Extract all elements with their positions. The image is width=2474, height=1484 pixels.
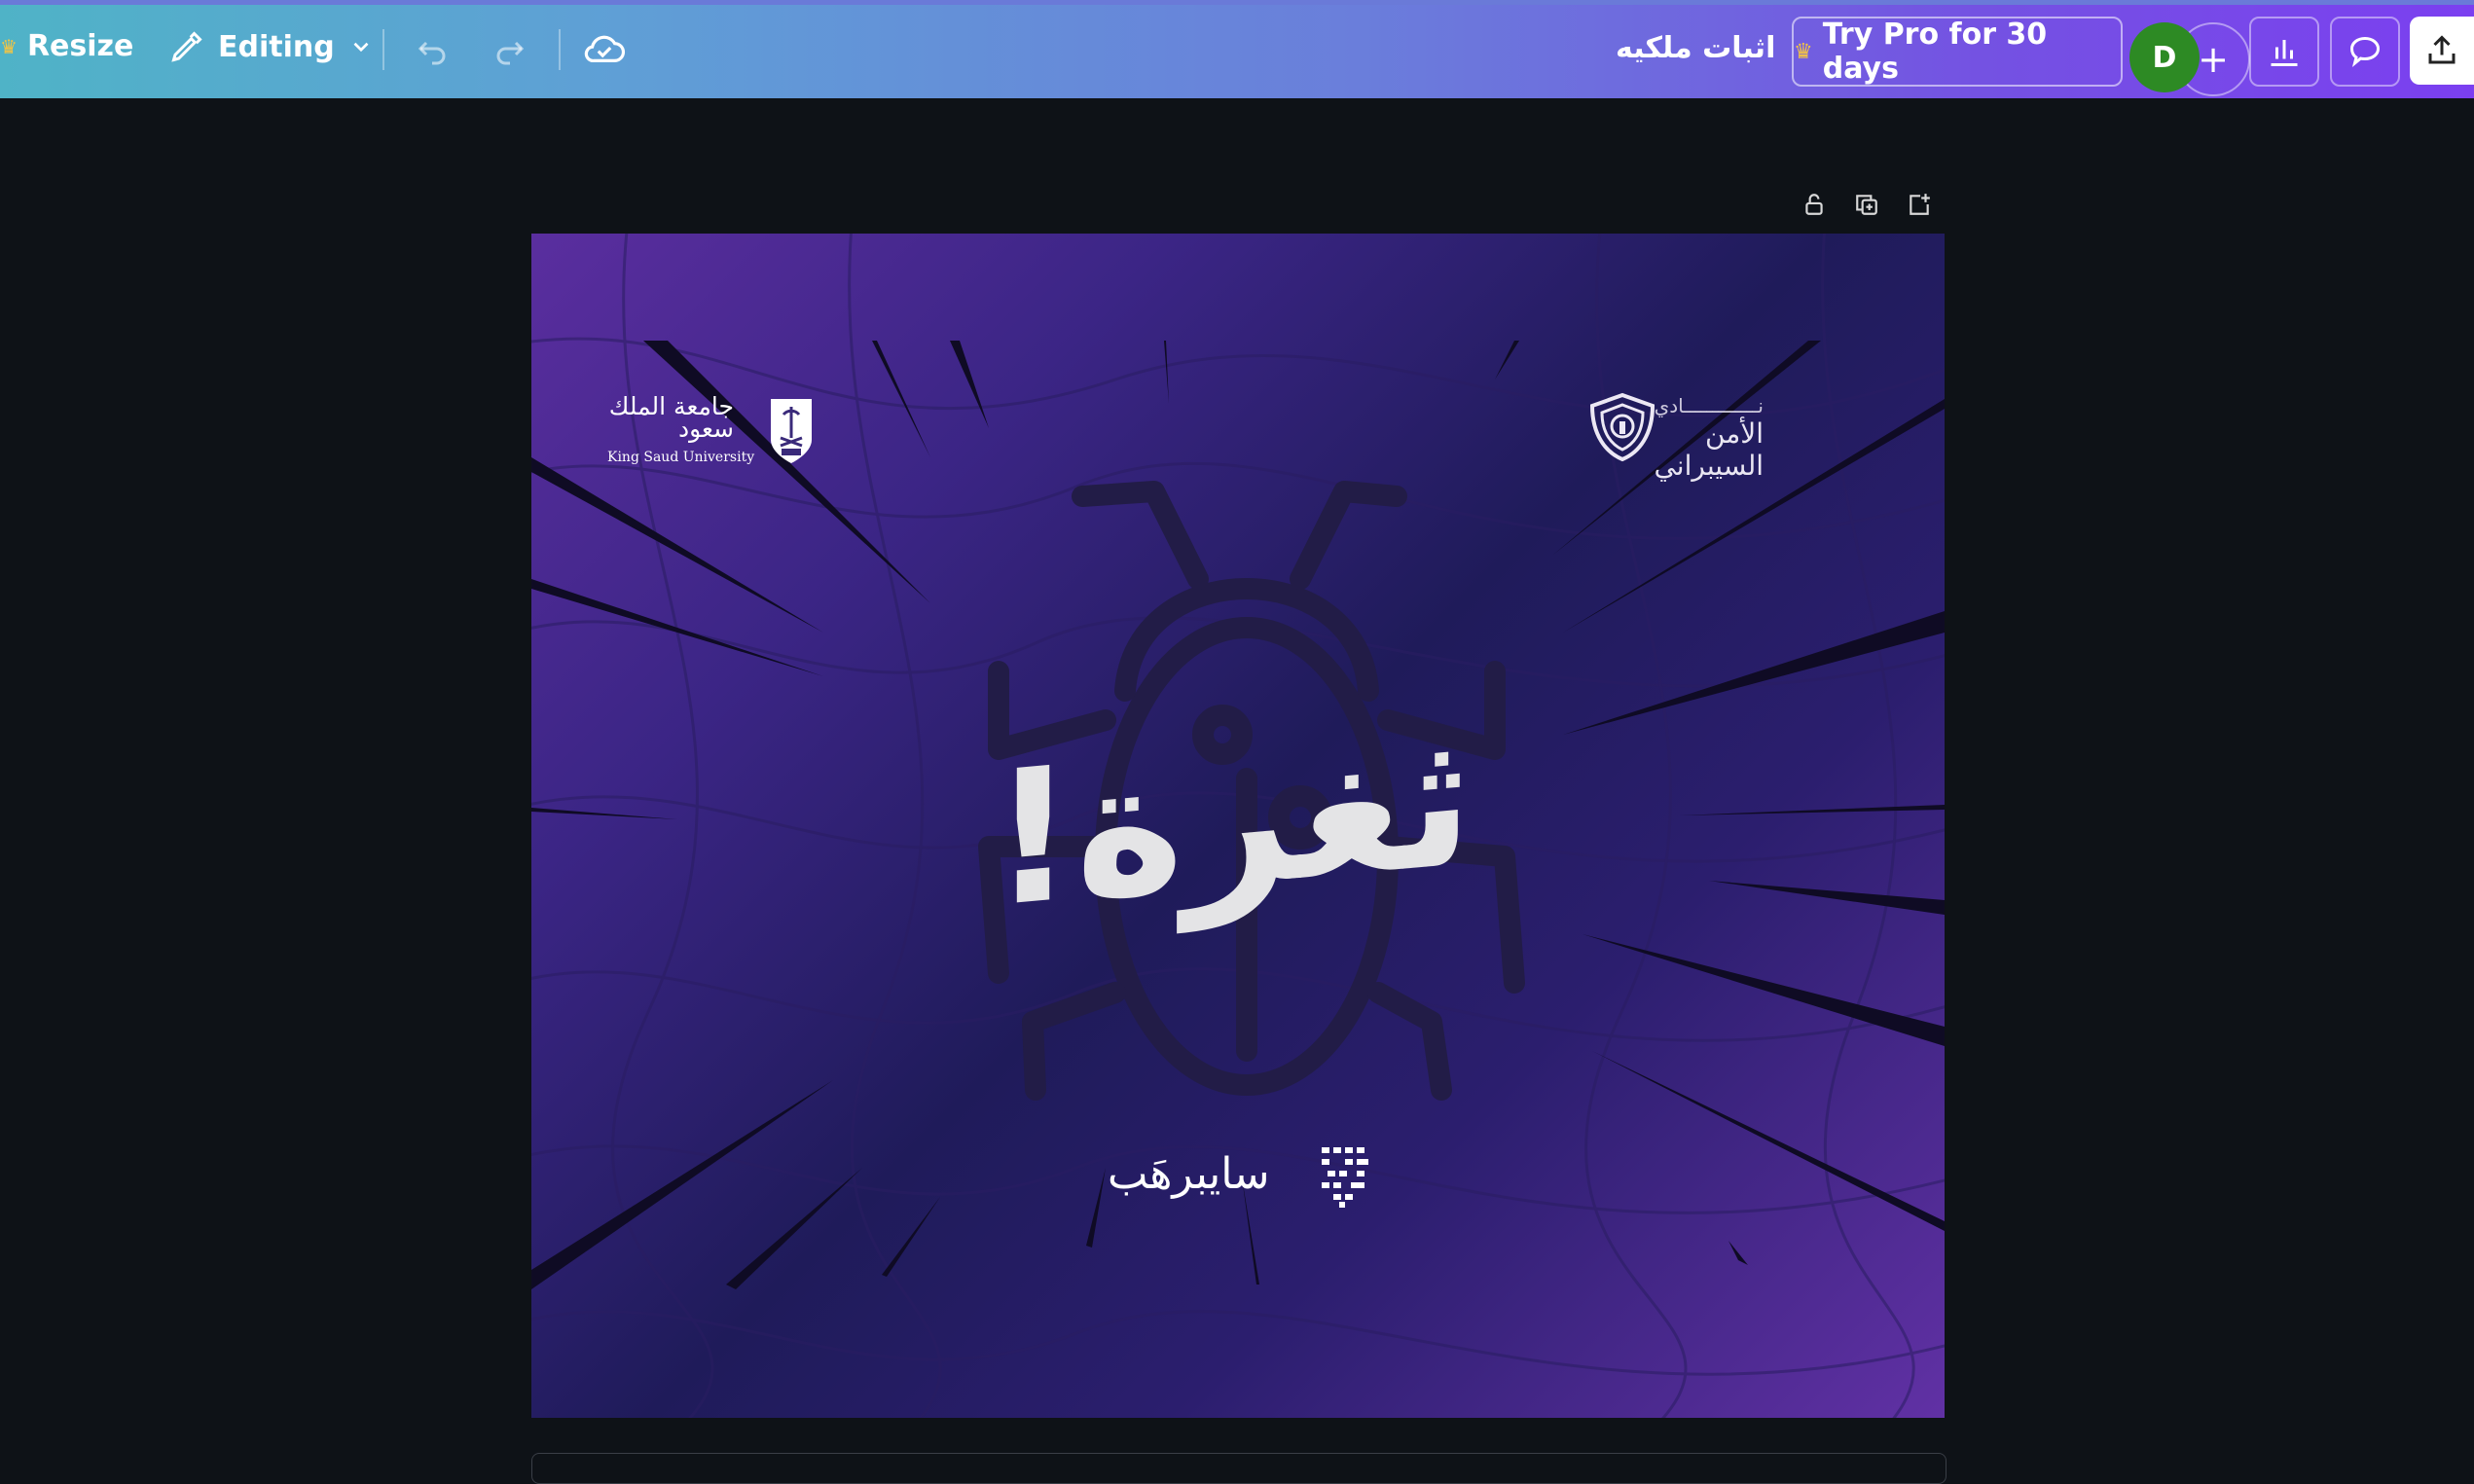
page-tools: [1801, 191, 1932, 218]
insights-button[interactable]: [2249, 17, 2319, 87]
editing-menu-button[interactable]: Editing: [169, 29, 374, 64]
upload-icon: [2428, 35, 2456, 64]
share-button[interactable]: [2410, 17, 2474, 85]
toolbar-top-strip: [0, 0, 2474, 5]
brand-text: سايبرهَب: [1108, 1149, 1270, 1199]
editing-label: Editing: [218, 29, 335, 64]
ksu-english-name: King Saud University: [607, 450, 755, 465]
headline-text[interactable]: ثغرة!: [940, 691, 1524, 948]
comments-button[interactable]: [2330, 17, 2400, 87]
crown-icon: ♛: [0, 34, 18, 58]
add-page-icon[interactable]: [1907, 191, 1932, 218]
ksu-emblem-icon: [771, 399, 812, 463]
chevron-down-icon: [353, 42, 369, 53]
save-status-button[interactable]: [582, 29, 627, 68]
undo-icon: [418, 41, 446, 65]
next-page-outline[interactable]: [531, 1453, 1946, 1484]
try-pro-button[interactable]: ♛ Try Pro for 30 days: [1792, 17, 2123, 87]
ksu-logo: جامعة الملك سعود King Saud University: [607, 392, 814, 467]
redo-button[interactable]: [491, 31, 529, 66]
avatar-initial: D: [2152, 40, 2177, 75]
resize-button[interactable]: ♛ Resize: [0, 29, 133, 63]
ksu-arabic-name: جامعة الملك سعود: [608, 392, 734, 443]
try-pro-label: Try Pro for 30 days: [1822, 18, 2048, 86]
duplicate-page-icon[interactable]: [1854, 191, 1879, 218]
crown-icon: ♛: [1794, 39, 1813, 64]
toolbar-divider: [559, 29, 561, 70]
toolbar-divider: [382, 29, 384, 70]
design-canvas[interactable]: جامعة الملك سعود King Saud University نـ…: [531, 234, 1945, 1418]
cloud-check-icon: [584, 35, 626, 62]
bar-chart-icon: [2271, 40, 2298, 66]
avatar[interactable]: D: [2129, 22, 2200, 92]
top-toolbar: ♛ Resize Editing اثبات ملكيه ♛ Try Pro f…: [0, 0, 2474, 98]
shield-icon: [1589, 392, 1655, 462]
document-title[interactable]: اثبات ملكيه: [1616, 31, 1775, 65]
undo-button[interactable]: [413, 31, 452, 66]
pencil-icon: [171, 31, 202, 62]
redo-icon: [496, 41, 525, 65]
resize-label: Resize: [26, 29, 134, 63]
cybersecurity-club-logo: نـــــــــــــادي الأمن السيبراني: [1588, 392, 1841, 482]
grid-mark-icon: [1322, 1147, 1368, 1208]
plus-icon: +: [2198, 38, 2229, 81]
cyberhub-logo: سايبرهَب: [1108, 1143, 1380, 1212]
lock-icon[interactable]: [1801, 191, 1827, 218]
comment-icon: [2349, 36, 2381, 68]
